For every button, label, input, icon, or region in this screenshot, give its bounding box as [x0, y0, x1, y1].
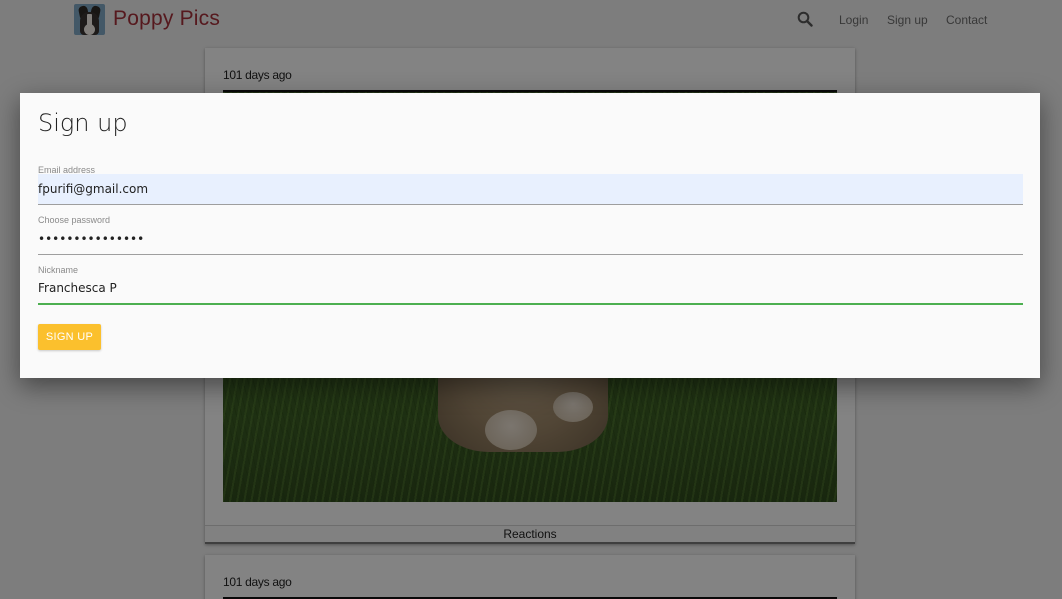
signup-modal: Sign up Email address Choose password Ni…	[20, 93, 1040, 378]
password-input[interactable]	[38, 224, 1023, 255]
page: Poppy Pics Login Sign up Contact 101 day…	[0, 0, 1062, 599]
email-field-group: Email address	[38, 165, 1023, 215]
modal-title: Sign up	[38, 109, 128, 137]
nickname-input[interactable]	[38, 274, 1023, 305]
nickname-field-group: Nickname	[38, 265, 1023, 315]
email-input[interactable]	[38, 174, 1023, 205]
password-field-group: Choose password	[38, 215, 1023, 265]
signup-submit-button[interactable]: SIGN UP	[38, 324, 101, 350]
